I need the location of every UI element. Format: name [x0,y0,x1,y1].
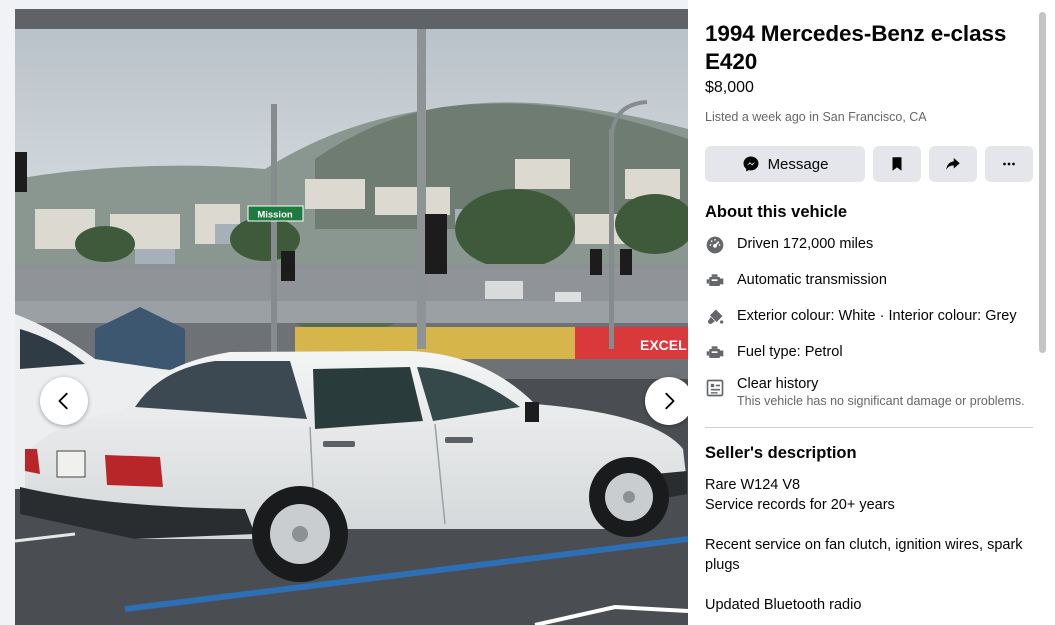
message-button-label: Message [767,155,829,173]
attribute-fuel: Fuel type: Petrol [705,343,843,363]
listing-meta: Listed a week ago in San Francisco, CA [705,110,927,124]
seller-description-heading: Seller's description [705,444,857,462]
listing-photo: EXCEL Mission [15,9,688,625]
attribute-colour-text: Exterior colour: White · Interior colour… [737,308,1017,324]
share-button[interactable] [929,146,977,182]
listing-title: 1994 Mercedes-Benz e-class E420 [705,21,1007,74]
chevron-left-icon [58,392,68,410]
engine-icon [705,271,725,291]
banner-text: EXCEL [640,337,687,353]
engine-icon [705,343,725,363]
attribute-history-text: Clear history [737,376,819,392]
action-bar: Message [705,146,1033,182]
street-sign: Mission [257,210,293,221]
speedometer-icon [705,235,725,255]
car-photo: EXCEL Mission [15,9,688,625]
description-line: Rare W124 V8 [705,477,801,493]
previous-photo-button[interactable] [40,377,88,425]
attribute-colour: Exterior colour: White · Interior colour… [705,307,1017,327]
description-line: Updated Bluetooth radio [705,597,862,613]
paint-icon [705,307,725,327]
attribute-history-subtext: This vehicle has no significant damage o… [737,394,1025,408]
more-icon [1003,162,1015,166]
save-button[interactable] [873,146,921,182]
description-line: Service records for 20+ years [705,497,895,513]
details-scrollbar[interactable] [1039,12,1046,353]
attribute-transmission: Automatic transmission [705,271,887,291]
bookmark-icon [892,157,902,171]
attribute-mileage-text: Driven 172,000 miles [737,236,874,252]
message-button[interactable]: Message [705,146,865,182]
attribute-history: Clear history This vehicle has no signif… [705,375,1025,409]
share-icon [946,158,960,170]
chevron-right-icon [665,392,675,410]
messenger-icon [743,156,759,172]
listing-price: $8,000 [705,79,754,96]
attribute-mileage: Driven 172,000 miles [705,235,873,255]
description-line: Recent service on fan clutch, ignition w… [705,537,1023,573]
section-divider [705,427,1033,428]
marketplace-listing-view: EXCEL Mission 1994 Mercedes-Benz e-class… [0,0,1055,625]
document-icon [705,378,725,398]
about-vehicle-heading: About this vehicle [705,203,848,221]
attribute-transmission-text: Automatic transmission [737,272,887,288]
next-photo-button[interactable] [645,377,688,425]
listing-details-panel: 1994 Mercedes-Benz e-class E420 $8,000 L… [688,0,1055,625]
attribute-fuel-text: Fuel type: Petrol [737,344,843,360]
more-options-button[interactable] [985,146,1033,182]
